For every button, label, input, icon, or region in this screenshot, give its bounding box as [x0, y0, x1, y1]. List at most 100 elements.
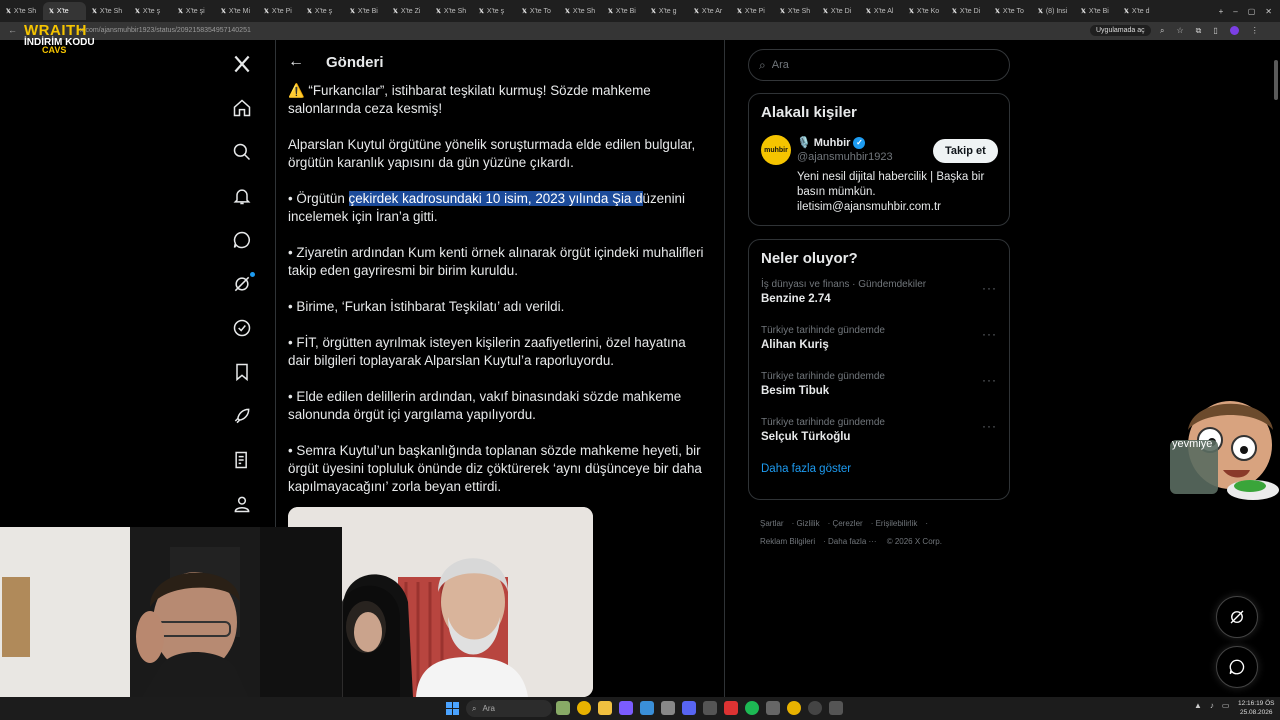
clock[interactable]: 12:16:19 ÖS 25.08.2026	[1238, 699, 1275, 717]
trend-item[interactable]: Türkiye tarihinde gündemde Alihan Kuriş …	[749, 321, 1009, 367]
browser-tab[interactable]: 𝕏 X'te Sh	[0, 2, 43, 20]
footer-link[interactable]: Çerezler	[832, 519, 862, 528]
more-options-icon[interactable]: ···	[982, 281, 997, 295]
app-icon[interactable]	[703, 701, 717, 715]
browser-tab[interactable]: 𝕏 X'te Bi	[1075, 2, 1118, 20]
show-more-link[interactable]: Daha fazla göster	[749, 459, 1009, 487]
more-options-icon[interactable]: ···	[982, 373, 997, 387]
bookmarks-icon[interactable]	[232, 362, 254, 384]
extensions-icon[interactable]: ⧉	[1196, 26, 1202, 36]
trend-item[interactable]: İş dünyası ve finans · Gündemdekiler Ben…	[749, 275, 1009, 321]
browser-tab[interactable]: 𝕏 X'te Zi	[387, 2, 430, 20]
search-icon[interactable]	[232, 142, 254, 164]
browser-tab[interactable]: 𝕏 X'te Pi	[731, 2, 774, 20]
footer-link[interactable]: Şartlar	[760, 519, 784, 528]
trend-item[interactable]: Türkiye tarihinde gündemde Besim Tibuk ·…	[749, 367, 1009, 413]
more-options-icon[interactable]: ···	[982, 327, 997, 341]
browser-tab[interactable]: 𝕏 X'te Sh	[774, 2, 817, 20]
search-input[interactable]	[771, 59, 992, 71]
trend-name[interactable]: Besim Tibuk	[761, 385, 997, 397]
rocket-icon[interactable]	[232, 406, 254, 428]
app-icon[interactable]	[556, 701, 570, 715]
trend-item[interactable]: Türkiye tarihinde gündemde Selçuk Türkoğ…	[749, 413, 1009, 459]
browser-tab[interactable]: 𝕏 X'te To	[516, 2, 559, 20]
browser-tab[interactable]: 𝕏 X'te Sh	[430, 2, 473, 20]
obs-icon[interactable]	[808, 701, 822, 715]
back-arrow-icon[interactable]: ←	[288, 53, 304, 71]
user-name-row[interactable]: 🎙️ Muhbir ✓	[797, 136, 866, 149]
browser-tab[interactable]: 𝕏 X'te Ar	[688, 2, 731, 20]
sidebar-icon[interactable]: ▯	[1213, 26, 1217, 36]
premium-icon[interactable]	[232, 450, 254, 472]
speaker-icon[interactable]: ♪	[1210, 701, 1214, 710]
profile-avatar[interactable]	[1229, 26, 1239, 35]
folder-icon[interactable]	[598, 701, 612, 715]
browser-tab[interactable]: 𝕏 X'te d	[1118, 2, 1161, 20]
home-icon[interactable]	[232, 98, 254, 120]
back-arrow-icon[interactable]: ←	[8, 25, 17, 35]
profile-icon[interactable]	[232, 494, 254, 516]
start-icon[interactable]	[446, 702, 459, 715]
browser-tab[interactable]: 𝕏 X'te Pi	[258, 2, 301, 20]
app-icon[interactable]	[724, 701, 738, 715]
star-icon[interactable]: ☆	[1176, 26, 1183, 36]
user-name[interactable]: 🎙️ Muhbir	[797, 136, 850, 149]
x-logo-icon[interactable]	[232, 54, 254, 76]
browser-tab[interactable]: 𝕏 X'te Ko	[903, 2, 946, 20]
footer-link[interactable]: Erişilebilirlik	[876, 519, 918, 528]
network-icon[interactable]: ▲	[1194, 701, 1202, 710]
footer-link[interactable]: Gizlilik	[796, 519, 819, 528]
menu-icon[interactable]: ⋮	[1251, 26, 1259, 36]
browser-tab[interactable]: 𝕏 X'te Di	[946, 2, 989, 20]
footer-link[interactable]: Reklam Bilgileri	[760, 537, 815, 546]
minimize-icon[interactable]: –	[1233, 7, 1237, 16]
browser-tab[interactable]: 𝕏 X'te Al	[860, 2, 903, 20]
app-icon[interactable]	[766, 701, 780, 715]
grok-icon[interactable]	[232, 272, 255, 296]
related-person[interactable]: muhbir 🎙️ Muhbir ✓ @ajansmuhbir1923 Taki…	[749, 129, 1009, 249]
scrollbar[interactable]	[1274, 60, 1278, 100]
spotify-icon[interactable]	[745, 701, 759, 715]
app-icon[interactable]	[619, 701, 633, 715]
open-in-app-button[interactable]: Uygulamada aç	[1090, 25, 1151, 36]
browser-tab[interactable]: 𝕏 X'te Sh	[86, 2, 129, 20]
browser-tab[interactable]: 𝕏 X'te Di	[817, 2, 860, 20]
browser-tab[interactable]: 𝕏 X'te To	[989, 2, 1032, 20]
chrome-icon[interactable]	[787, 701, 801, 715]
more-options-icon[interactable]: ···	[982, 419, 997, 433]
discord-icon[interactable]	[682, 701, 696, 715]
user-handle[interactable]: @ajansmuhbir1923	[797, 151, 893, 163]
trend-name[interactable]: Selçuk Türkoğlu	[761, 431, 997, 443]
browser-tab[interactable]: 𝕏 X'te Mi	[215, 2, 258, 20]
footer-link[interactable]: Daha fazla ···	[828, 537, 876, 546]
browser-tab[interactable]: 𝕏 X'te Bi	[344, 2, 387, 20]
app-icon[interactable]	[661, 701, 675, 715]
browser-tab[interactable]: 𝕏 X'te ş	[301, 2, 344, 20]
messages-float-button[interactable]	[1216, 646, 1258, 688]
browser-tab[interactable]: 𝕏 X'te ş	[129, 2, 172, 20]
verified-icon[interactable]	[232, 318, 254, 340]
new-tab-icon[interactable]: +	[1219, 7, 1224, 16]
close-icon[interactable]: ✕	[1265, 7, 1272, 16]
taskbar-search[interactable]: ⌕ Ara	[466, 700, 552, 717]
browser-tab[interactable]: 𝕏 X'te şi	[172, 2, 215, 20]
maximize-icon[interactable]: ▢	[1248, 7, 1256, 16]
trend-name[interactable]: Benzine 2.74	[761, 293, 997, 305]
browser-tab[interactable]: 𝕏 X'te Bi	[602, 2, 645, 20]
search-box[interactable]: ⌕	[748, 49, 1010, 81]
notifications-icon[interactable]	[232, 186, 254, 208]
browser-tab[interactable]: 𝕏 X'te Sh	[559, 2, 602, 20]
zoom-icon[interactable]: ⌕	[1160, 26, 1164, 36]
app-icon[interactable]	[640, 701, 654, 715]
browser-tab[interactable]: 𝕏 (8) Insi	[1032, 2, 1075, 20]
browser-tab[interactable]: 𝕏 X'te g	[645, 2, 688, 20]
grok-float-button[interactable]	[1216, 596, 1258, 638]
avatar[interactable]: muhbir	[761, 135, 791, 165]
messages-icon[interactable]	[232, 230, 254, 252]
follow-button[interactable]: Takip et	[933, 139, 998, 163]
battery-icon[interactable]: ▭	[1222, 701, 1230, 710]
chrome-icon[interactable]	[577, 701, 591, 715]
trend-name[interactable]: Alihan Kuriş	[761, 339, 997, 351]
url-text[interactable]: x.com/ajansmuhbir1923/status/20921583549…	[80, 27, 251, 34]
app-icon[interactable]	[829, 701, 843, 715]
